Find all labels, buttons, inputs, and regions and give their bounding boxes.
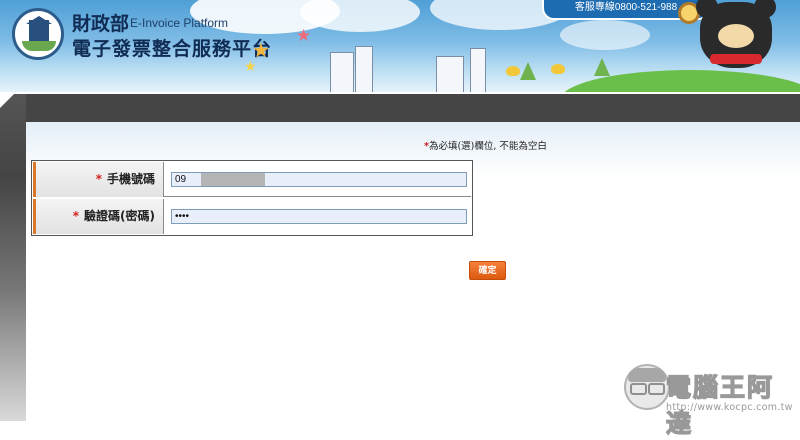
tree-icon xyxy=(594,58,610,76)
star-icon: ★ xyxy=(252,38,270,62)
ministry-seal-logo[interactable] xyxy=(12,8,64,60)
building-icon xyxy=(436,56,464,92)
seal-leaf-shape xyxy=(22,41,56,51)
site-header: 財政部 E-Invoice Platform 電子發票整合服務平台 ★ ★ ★ … xyxy=(0,0,800,92)
password-label: * 驗證碼(密碼) xyxy=(33,199,164,234)
submit-button[interactable]: 確定 xyxy=(469,261,506,280)
star-icon: ★ xyxy=(244,59,257,75)
left-frame-bar xyxy=(0,94,26,421)
login-form: * 手機號碼 * 驗證碼(密碼) xyxy=(31,160,473,236)
bird-icon xyxy=(506,66,520,76)
phone-label-text: 手機號碼 xyxy=(106,172,155,186)
required-asterisk: * xyxy=(95,172,102,186)
platform-name-en: E-Invoice Platform xyxy=(130,16,229,30)
password-label-text: 驗證碼(密碼) xyxy=(84,209,155,223)
bird-icon xyxy=(551,64,565,74)
platform-name-zh: 電子發票整合服務平台 xyxy=(72,38,273,60)
form-row-phone: * 手機號碼 xyxy=(33,162,471,197)
nav-bar xyxy=(0,94,800,122)
password-input[interactable] xyxy=(171,209,467,224)
watermark-url: http://www.kocpc.com.tw xyxy=(666,402,793,413)
bear-ear-shape xyxy=(754,0,776,18)
required-asterisk: * xyxy=(72,209,80,223)
watermark-glasses-shape xyxy=(630,383,647,395)
cloud-decoration xyxy=(560,20,650,50)
watermark-face-icon xyxy=(624,364,670,410)
frame-notch xyxy=(0,94,14,108)
star-icon: ★ xyxy=(296,26,312,46)
redaction-mask xyxy=(201,173,265,186)
watermark-glasses-shape xyxy=(648,383,665,395)
form-row-password: * 驗證碼(密碼) xyxy=(33,199,471,234)
required-note: *為必填(選)欄位, 不能為空白 xyxy=(424,138,547,152)
watermark-hair-shape xyxy=(628,368,666,382)
bear-scarf-shape xyxy=(710,54,762,64)
bear-face-shape xyxy=(718,24,754,48)
building-icon xyxy=(330,52,354,92)
ministry-name: 財政部 xyxy=(72,13,130,35)
building-icon xyxy=(470,48,486,92)
tree-icon xyxy=(520,62,536,80)
bear-ear-shape xyxy=(696,0,718,18)
mascot-bear-icon xyxy=(696,0,776,68)
required-note-text: 為必填(選)欄位, 不能為空白 xyxy=(428,141,547,152)
phone-label: * 手機號碼 xyxy=(33,162,164,197)
building-icon xyxy=(355,46,373,92)
